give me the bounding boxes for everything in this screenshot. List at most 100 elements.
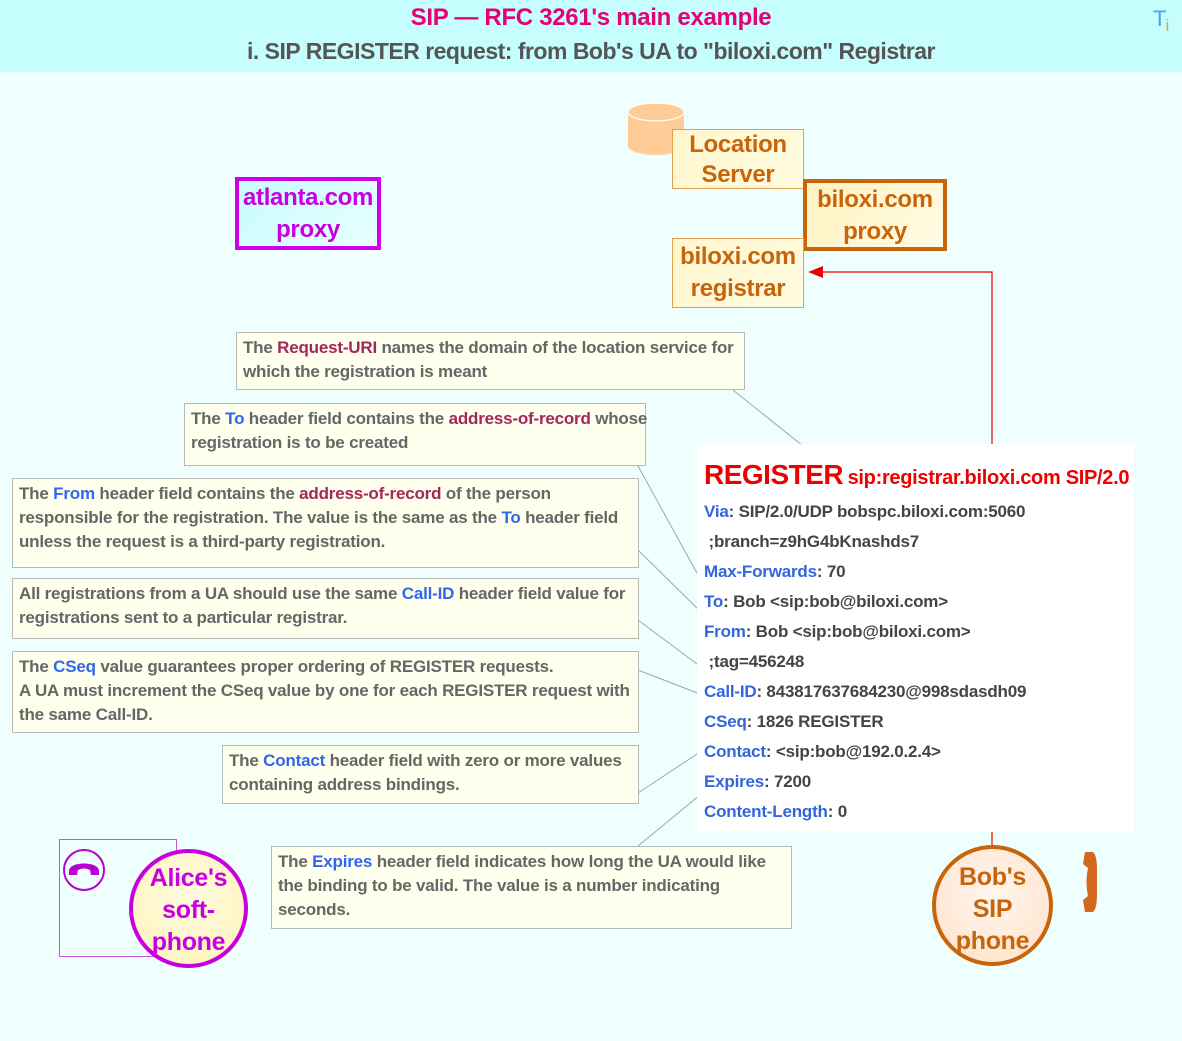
note-text: names the domain of the location service…: [376, 338, 734, 357]
note-text: The: [19, 657, 54, 676]
note-term: Request-URI: [277, 338, 377, 357]
note-header-key: Call-ID: [401, 584, 455, 603]
note-header-key: From: [53, 484, 95, 503]
sip-header-value: ;tag=456248: [704, 652, 805, 671]
sip-header-line: CSeq: 1826 REGISTER: [704, 712, 884, 732]
location-server-node: Location Server: [672, 129, 804, 189]
sip-header-name: Call-ID: [704, 682, 757, 701]
note-text: header field value for: [454, 584, 626, 603]
note-text: of the person: [441, 484, 551, 503]
sip-header-value: : 70: [816, 562, 846, 581]
alice-label-1: Alice's: [149, 864, 228, 892]
sip-header-name: Max-Forwards: [704, 562, 817, 581]
location-server-label-1: Location: [689, 131, 787, 158]
note-text: All registrations from a UA should use t…: [19, 584, 402, 603]
sip-header-value: : Bob <sip:bob@biloxi.com>: [745, 622, 971, 641]
note-header-key: CSeq: [53, 657, 96, 676]
sip-header-value: : <sip:bob@192.0.2.4>: [765, 742, 941, 761]
biloxi-registrar-label-1: biloxi.com: [680, 243, 796, 270]
sip-header-name: Contact: [704, 742, 766, 761]
note-text: header field with zero or more values: [325, 751, 622, 770]
note-text: value guarantees proper ordering of REGI…: [95, 657, 554, 676]
note-from: The From header field contains the addre…: [12, 478, 639, 568]
connector-contact: [637, 751, 701, 794]
note-request-uri: The Request-URI names the domain of the …: [236, 332, 745, 390]
sip-header-value: ;branch=z9hG4bKnashds7: [704, 532, 920, 551]
connector-expires: [637, 789, 707, 847]
biloxi-proxy-label-1: biloxi.com: [817, 186, 933, 213]
note-text: seconds.: [278, 900, 351, 919]
note-text: header field contains the: [244, 409, 449, 428]
sip-header-line: Max-Forwards: 70: [704, 562, 846, 582]
connector-to: [637, 465, 704, 585]
alice-softphone-node: Alice's soft- phone: [129, 849, 248, 968]
note-text: header field: [520, 508, 619, 527]
sip-header-name: Expires: [704, 772, 765, 791]
bob-label-1: Bob's: [959, 863, 1026, 891]
note-text: A UA must increment the CSeq value by on…: [19, 681, 630, 700]
sip-header-line: Call-ID: 843817637684230@998sdasdh09: [704, 682, 1026, 702]
bob-label-3: phone: [955, 927, 1030, 955]
sip-header-line: ;tag=456248: [704, 652, 805, 672]
register-request-arrowhead: [808, 266, 823, 278]
sip-header-value: : 1826 REGISTER: [746, 712, 884, 731]
sip-header-line: Expires: 7200: [704, 772, 811, 792]
note-text: whose: [590, 409, 648, 428]
note-text: which the registration is meant: [243, 362, 488, 381]
sip-header-line: ;branch=z9hG4bKnashds7: [704, 532, 920, 552]
note-header-key: To: [501, 508, 521, 527]
sip-register-message: REGISTER sip:registrar.biloxi.com SIP/2.…: [697, 444, 1134, 832]
request-method: REGISTER: [704, 459, 844, 490]
note-text: header field contains the: [94, 484, 300, 503]
alice-label-2: soft-: [162, 896, 215, 924]
alice-label-3: phone: [151, 928, 226, 956]
note-contact: The Contact header field with zero or mo…: [222, 745, 639, 804]
biloxi-proxy-node: biloxi.com proxy: [803, 179, 947, 251]
sip-header-name: To: [704, 592, 724, 611]
note-text: registrations sent to a particular regis…: [19, 608, 348, 627]
note-call-id: All registrations from a UA should use t…: [12, 578, 639, 639]
sip-header-line: Via: SIP/2.0/UDP bobspc.biloxi.com:5060: [704, 502, 1026, 522]
location-server-label-2: Server: [701, 161, 775, 188]
sip-header-name: Content-Length: [704, 802, 828, 821]
sip-header-value: : 843817637684230@998sdasdh09: [756, 682, 1027, 701]
bob-sip-phone-node: Bob's SIP phone: [932, 845, 1053, 966]
note-term: address-of-record: [448, 409, 591, 428]
phone-hung-up-icon: [69, 863, 99, 875]
biloxi-registrar-node: biloxi.com registrar: [672, 238, 804, 308]
sip-header-name: Via: [704, 502, 729, 521]
sip-header-value: : 7200: [764, 772, 812, 791]
note-text: The: [243, 338, 278, 357]
note-expires: The Expires header field indicates how l…: [271, 846, 792, 929]
note-header-key: Contact: [263, 751, 326, 770]
sip-header-name: CSeq: [704, 712, 747, 731]
note-term: address-of-record: [299, 484, 442, 503]
note-text: containing address bindings.: [229, 775, 460, 794]
sip-header-value: : Bob <sip:bob@biloxi.com>: [723, 592, 948, 611]
note-header-key: To: [225, 409, 245, 428]
request-uri: sip:registrar.biloxi.com SIP/2.0: [847, 467, 1130, 489]
atlanta-proxy-node: atlanta.com proxy: [235, 177, 381, 250]
note-text: registration is to be created: [191, 433, 409, 452]
sip-header-value: : SIP/2.0/UDP bobspc.biloxi.com:5060: [728, 502, 1026, 521]
note-text: unless the request is a third-party regi…: [19, 532, 386, 551]
note-text: The: [278, 852, 313, 871]
note-cseq: The CSeq value guarantees proper orderin…: [12, 651, 639, 733]
note-text: responsible for the registration. The va…: [19, 508, 502, 527]
bob-label-2: SIP: [972, 895, 1013, 923]
request-line: REGISTER sip:registrar.biloxi.com SIP/2.…: [704, 459, 1130, 491]
note-text: header field indicates how long the UA w…: [372, 852, 766, 871]
sip-header-name: From: [704, 622, 746, 641]
sip-header-line: From: Bob <sip:bob@biloxi.com>: [704, 622, 971, 642]
note-to: The To header field contains the address…: [184, 403, 648, 466]
connector-from: [637, 549, 705, 616]
note-text: the binding to be valid. The value is a …: [278, 876, 720, 895]
note-text: The: [229, 751, 264, 770]
biloxi-proxy-label-2: proxy: [843, 218, 907, 245]
sip-header-line: To: Bob <sip:bob@biloxi.com>: [704, 592, 948, 612]
atlanta-proxy-label-1: atlanta.com: [242, 184, 374, 211]
sip-header-value: : 0: [827, 802, 847, 821]
note-text: The: [19, 484, 54, 503]
phone-handset-icon: [1083, 852, 1097, 912]
note-text: The: [191, 409, 226, 428]
